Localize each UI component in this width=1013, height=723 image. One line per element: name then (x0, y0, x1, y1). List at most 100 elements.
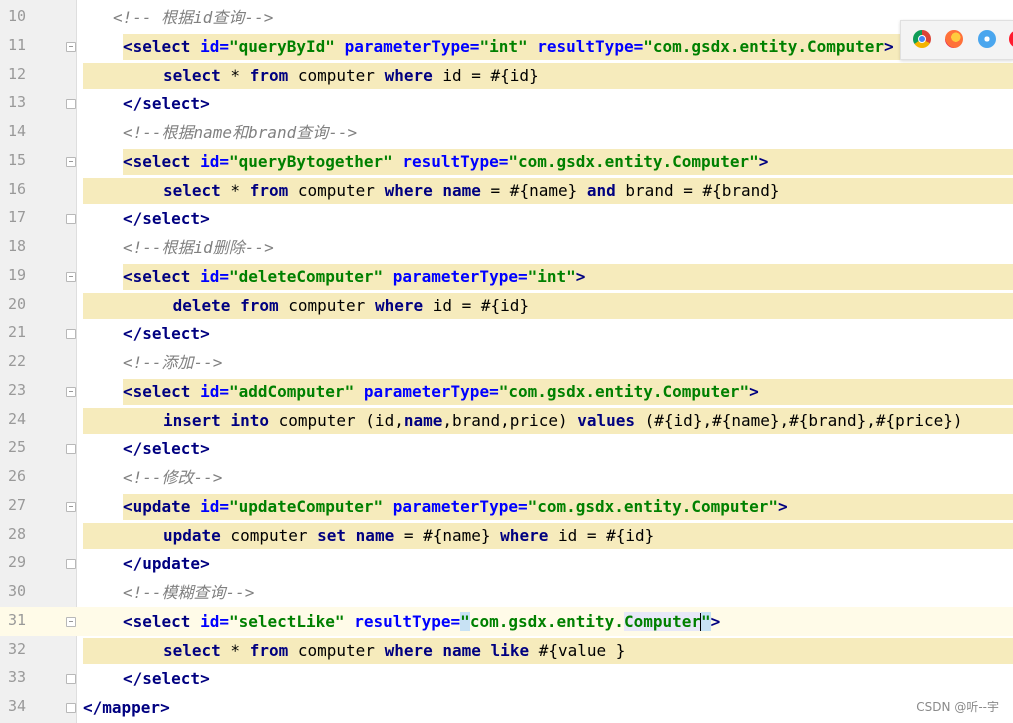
fold-end-icon[interactable] (66, 99, 76, 110)
fold-marker-icon[interactable] (66, 501, 76, 512)
code-text[interactable]: <select id="queryBytogether" resultType=… (123, 151, 768, 172)
code-text[interactable]: <!--根据id删除--> (123, 237, 274, 258)
fold-marker-icon[interactable] (66, 616, 76, 627)
code-text[interactable]: </select> (123, 208, 210, 229)
line-number: 15 (7, 150, 26, 169)
code-token: " (460, 611, 470, 631)
code-line[interactable]: 31 <select id="selectLike" resultType="co… (0, 606, 1013, 636)
code-line[interactable]: 34 </mapper> (0, 693, 1013, 722)
code-line[interactable]: 29 </update> (0, 549, 1013, 578)
code-text[interactable]: <!-- 根据id查询--> (113, 7, 273, 28)
fold-end-icon[interactable] (66, 674, 76, 685)
code-line[interactable]: 32 select * from computer where name like… (0, 636, 1013, 665)
code-token: set (317, 525, 347, 545)
fold-end-icon[interactable] (66, 214, 76, 225)
fold-marker-icon[interactable] (66, 156, 76, 167)
code-token: resultType= (354, 611, 461, 631)
code-line[interactable]: 10 <!-- 根据id查询--> (0, 3, 1013, 32)
code-text[interactable]: </update> (123, 553, 210, 574)
code-text[interactable]: <!--模糊查询--> (123, 582, 254, 603)
code-text[interactable]: delete from computer where id = #{id} (163, 295, 529, 316)
fold-marker-icon[interactable] (66, 271, 76, 282)
code-line[interactable]: 33 </select> (0, 664, 1013, 693)
code-token: "selectLike" (228, 611, 345, 631)
fold-end-icon[interactable] (66, 703, 76, 713)
code-text[interactable]: select * from computer where id = #{id} (163, 65, 539, 86)
code-token: id = #{id} (432, 65, 539, 85)
opera-icon[interactable] (1009, 30, 1013, 48)
line-number: 34 (7, 697, 26, 715)
code-text[interactable]: </select> (123, 438, 210, 459)
code-line[interactable]: 25 </select> (0, 434, 1013, 463)
code-line[interactable]: 30 <!--模糊查询--> (0, 578, 1013, 607)
code-token: > (884, 36, 894, 56)
line-number: 20 (7, 294, 26, 313)
line-number: 29 (7, 553, 26, 572)
code-text[interactable]: </select> (123, 93, 210, 114)
code-token: #{value } (529, 640, 626, 660)
code-line[interactable]: 23 <select id="addComputer" parameterType… (0, 377, 1013, 406)
code-editor[interactable]: 10 <!-- 根据id查询--> 11 <select id="queryById"… (0, 0, 1013, 723)
code-token: "com.gsdx.entity.Computer (643, 36, 885, 56)
line-number: 30 (7, 582, 26, 600)
line-number: 33 (7, 668, 26, 687)
code-text[interactable]: select * from computer where name = #{na… (163, 180, 780, 201)
fold-marker-icon[interactable] (66, 41, 76, 52)
code-token: parameterType= (363, 381, 499, 401)
code-text[interactable]: <update id="updateComputer" parameterTyp… (123, 496, 788, 517)
code-text[interactable]: update computer set name = #{name} where… (163, 525, 654, 546)
code-line[interactable]: 28 update computer set name = #{name} whe… (0, 521, 1013, 550)
code-line[interactable]: 11 <select id="queryById" parameterType="… (0, 32, 1013, 61)
code-text[interactable]: <select id="queryById" parameterType="in… (123, 36, 894, 57)
code-token: where (384, 180, 433, 200)
code-text[interactable]: </select> (123, 323, 210, 344)
code-token: "addComputer" (228, 381, 355, 401)
line-number: 13 (7, 93, 26, 112)
code-line[interactable]: 15 <select id="queryBytogether" resultTyp… (0, 147, 1013, 176)
code-token: name (442, 640, 481, 660)
code-text[interactable]: <!--修改--> (123, 467, 222, 488)
code-text[interactable]: </mapper> (83, 697, 170, 718)
fold-marker-icon[interactable] (66, 386, 76, 397)
line-number: 14 (7, 122, 26, 140)
code-line[interactable]: 27 <update id="updateComputer" parameterT… (0, 492, 1013, 521)
code-text[interactable]: </select> (123, 668, 210, 689)
code-text[interactable]: <select id="addComputer" parameterType="… (123, 381, 759, 402)
code-line[interactable]: 21 </select> (0, 319, 1013, 348)
safari-icon[interactable] (978, 30, 996, 48)
code-token: Computer (623, 611, 701, 631)
chrome-icon[interactable] (913, 30, 931, 48)
code-token: id= (200, 611, 229, 631)
code-line[interactable]: 19 <select id="deleteComputer" parameterT… (0, 262, 1013, 291)
watermark: CSDN @听--宇 (916, 700, 999, 714)
fold-end-icon[interactable] (66, 559, 76, 570)
code-line[interactable]: 22 <!--添加--> (0, 348, 1013, 377)
code-line[interactable]: 16 select * from computer where name = #{… (0, 176, 1013, 205)
line-number: 31 (7, 610, 26, 629)
fold-end-icon[interactable] (66, 329, 76, 340)
fold-end-icon[interactable] (66, 444, 76, 455)
code-text[interactable]: <!--添加--> (123, 352, 222, 373)
code-line[interactable]: 17 </select> (0, 204, 1013, 233)
code-line[interactable]: 18 <!--根据id删除--> (0, 233, 1013, 262)
code-line[interactable]: 26 <!--修改--> (0, 463, 1013, 492)
code-line[interactable]: 24 insert into computer (id,name,brand,pr… (0, 406, 1013, 435)
code-token: <!--修改--> (123, 468, 223, 487)
code-text[interactable]: <!--根据name和brand查询--> (123, 122, 357, 143)
code-token: </select> (123, 209, 210, 229)
code-text[interactable]: <select id="deleteComputer" parameterTyp… (123, 266, 585, 287)
code-text[interactable]: select * from computer where name like #… (163, 640, 625, 661)
code-line[interactable]: 20 delete from computer where id = #{id} (0, 291, 1013, 320)
code-text[interactable]: insert into computer (id,name,brand,pric… (163, 410, 963, 431)
firefox-icon[interactable] (945, 30, 963, 48)
code-line[interactable]: 13 </select> (0, 89, 1013, 118)
code-text[interactable]: <select id="selectLike" resultType="com.… (123, 611, 720, 632)
code-line[interactable]: 12 select * from computer where id = #{id… (0, 61, 1013, 90)
code-token: * (220, 640, 250, 660)
code-line[interactable]: 14 <!--根据name和brand查询--> (0, 118, 1013, 147)
line-number: 25 (7, 438, 26, 457)
